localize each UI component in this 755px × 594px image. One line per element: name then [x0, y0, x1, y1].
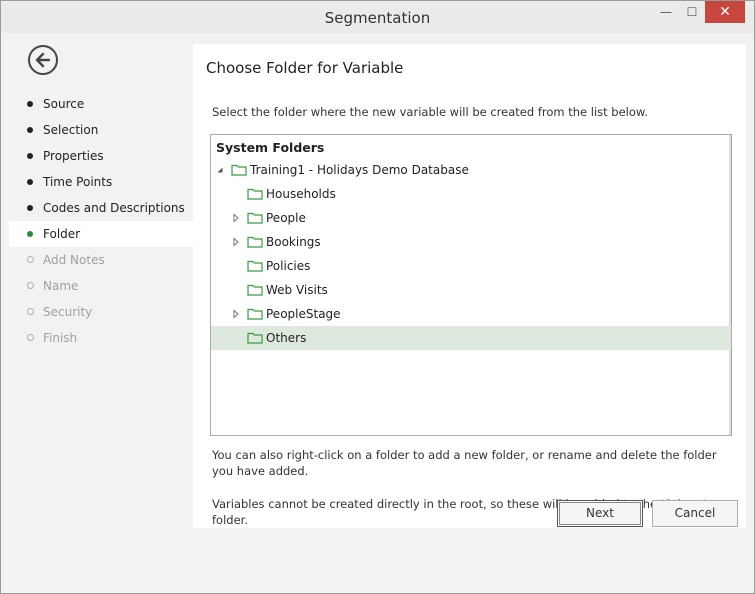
- sidebar-step-folder[interactable]: Folder: [9, 221, 193, 247]
- expanded-triangle-icon[interactable]: [215, 165, 225, 175]
- folder-icon: [247, 236, 263, 248]
- step-label: Add Notes: [43, 253, 105, 267]
- wizard-sidebar: Source Selection Properties Time Points Code…: [9, 44, 193, 528]
- close-button[interactable]: ✕: [705, 1, 745, 23]
- help-note-root: Variables cannot be created directly in …: [212, 497, 706, 527]
- tree-item[interactable]: Web Visits: [211, 278, 731, 302]
- tree-item-label: Policies: [266, 259, 311, 273]
- collapsed-triangle-icon[interactable]: [231, 237, 241, 247]
- sidebar-step-time-points[interactable]: Time Points: [9, 169, 193, 195]
- step-label: Security: [43, 305, 93, 319]
- folder-icon: [231, 164, 247, 176]
- tree-root-header: System Folders: [216, 140, 325, 155]
- main-panel: Choose Folder for Variable Select the fo…: [193, 44, 746, 528]
- tree-item-label: PeopleStage: [266, 307, 341, 321]
- tree-item[interactable]: Others: [211, 326, 731, 350]
- help-note-rename: You can also right-click on a folder to …: [212, 448, 717, 478]
- tree-item-label: People: [266, 211, 306, 225]
- folder-icon: [247, 284, 263, 296]
- step-bullet-icon: [27, 308, 34, 315]
- step-bullet-icon: [27, 153, 33, 159]
- instructions-text: Select the folder where the new variable…: [212, 105, 648, 119]
- maximize-button[interactable]: ☐: [678, 1, 706, 23]
- tree-item-label: Training1 - Holidays Demo Database: [250, 163, 469, 177]
- title-bar: Segmentation — ☐ ✕: [1, 1, 754, 33]
- step-bullet-icon: [27, 127, 33, 133]
- tree-item-label: Bookings: [266, 235, 321, 249]
- back-arrow-icon: [35, 52, 51, 68]
- step-bullet-icon: [27, 101, 33, 107]
- tree-item[interactable]: Policies: [211, 254, 731, 278]
- folder-icon: [247, 212, 263, 224]
- step-label: Properties: [43, 149, 104, 163]
- tree-item[interactable]: People: [211, 206, 731, 230]
- tree-item-label: Others: [266, 331, 307, 345]
- wizard-steps: Source Selection Properties Time Points Code…: [9, 91, 193, 351]
- step-bullet-icon: [27, 231, 33, 237]
- step-label: Selection: [43, 123, 99, 137]
- step-label: Folder: [43, 227, 81, 241]
- sidebar-step-codes-and-descriptions[interactable]: Codes and Descriptions: [9, 195, 193, 221]
- sidebar-step-add-notes: Add Notes: [9, 247, 193, 273]
- back-button[interactable]: [28, 45, 58, 75]
- cancel-button[interactable]: Cancel: [652, 500, 738, 527]
- folder-tree[interactable]: System Folders Training1 - Holidays Demo…: [210, 134, 732, 436]
- step-bullet-icon: [27, 179, 33, 185]
- sidebar-step-name: Name: [9, 273, 193, 299]
- step-label: Name: [43, 279, 79, 293]
- page-title: Choose Folder for Variable: [206, 59, 404, 77]
- step-label: Time Points: [43, 175, 113, 189]
- tree-item[interactable]: Households: [211, 182, 731, 206]
- folder-icon: [247, 260, 263, 272]
- step-bullet-icon: [27, 256, 34, 263]
- next-button[interactable]: Next: [557, 500, 643, 527]
- tree-item[interactable]: PeopleStage: [211, 302, 731, 326]
- window-title: Segmentation: [324, 9, 431, 27]
- step-label: Codes and Descriptions: [43, 201, 185, 215]
- step-bullet-icon: [27, 205, 33, 211]
- minimize-button[interactable]: —: [652, 1, 680, 23]
- step-label: Source: [43, 97, 85, 111]
- tree-item[interactable]: Bookings: [211, 230, 731, 254]
- tree-item-label: Households: [266, 187, 336, 201]
- sidebar-step-finish: Finish: [9, 325, 193, 351]
- step-label: Finish: [43, 331, 78, 345]
- collapsed-triangle-icon[interactable]: [231, 309, 241, 319]
- sidebar-step-properties[interactable]: Properties: [9, 143, 193, 169]
- folder-icon: [247, 332, 263, 344]
- sidebar-step-security: Security: [9, 299, 193, 325]
- folder-icon: [247, 188, 263, 200]
- step-bullet-icon: [27, 282, 34, 289]
- tree-item-label: Web Visits: [266, 283, 328, 297]
- sidebar-step-source[interactable]: Source: [9, 91, 193, 117]
- dialog-window: Segmentation — ☐ ✕ Source Selection Proper…: [0, 0, 755, 594]
- step-bullet-icon: [27, 334, 34, 341]
- collapsed-triangle-icon[interactable]: [231, 213, 241, 223]
- folder-icon: [247, 308, 263, 320]
- tree-item[interactable]: Training1 - Holidays Demo Database: [211, 158, 731, 182]
- sidebar-step-selection[interactable]: Selection: [9, 117, 193, 143]
